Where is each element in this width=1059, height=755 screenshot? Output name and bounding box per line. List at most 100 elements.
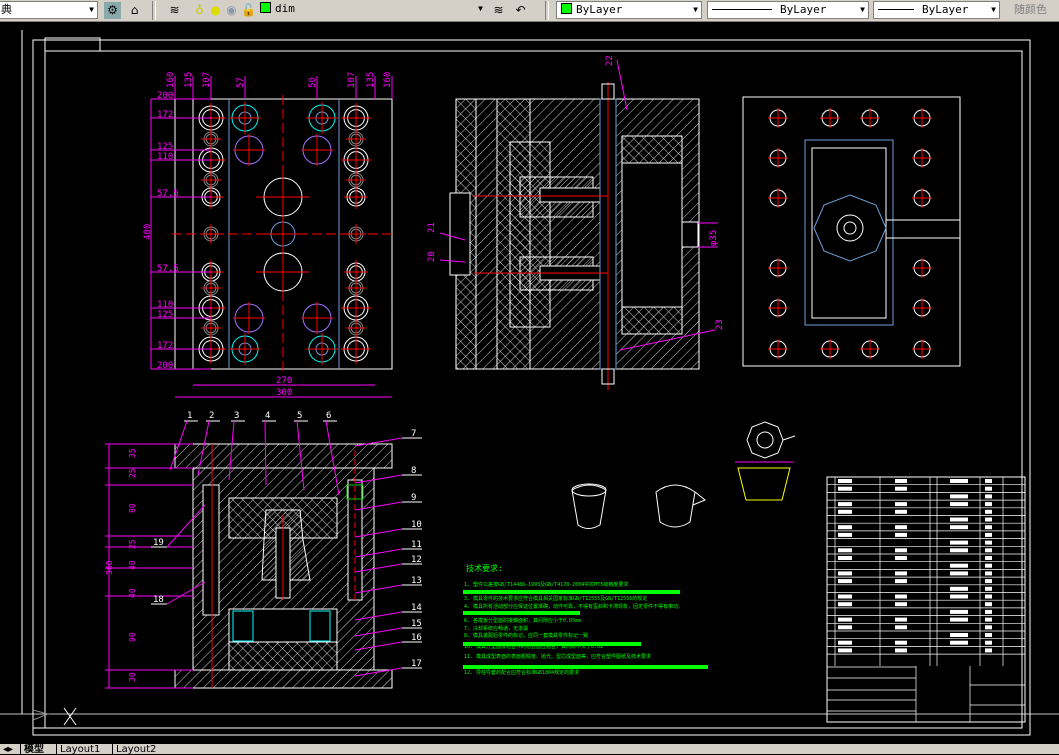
plot-style-dropdown[interactable]: 随颜色 (1014, 1, 1047, 19)
dimension-text: 270 (276, 376, 292, 386)
part-circle (756, 431, 774, 449)
table-cell-text (895, 525, 907, 530)
chevron-down-icon: ▼ (991, 5, 996, 14)
table-cell-text (838, 479, 852, 483)
table-cell-text (838, 625, 852, 630)
block-icon[interactable]: ⌂ (126, 2, 143, 19)
table-cell-text (895, 579, 907, 584)
table-cell-text (985, 602, 992, 607)
insert-outline (811, 147, 887, 319)
dim-style-icon[interactable]: ⚙ (104, 2, 121, 19)
table-cell-text (838, 525, 852, 530)
light-bulb-icon[interactable]: ♁ (191, 2, 208, 19)
make-current-layer-icon[interactable]: ≋ (490, 2, 507, 19)
lineweight-dropdown[interactable]: ByLayer ▼ (873, 1, 1000, 19)
tab-layout1[interactable]: Layout1 (56, 744, 103, 755)
dimension-text: 107 (202, 72, 212, 88)
tech-heading: 技术要求: (466, 563, 503, 573)
table-cell-text (985, 633, 992, 637)
table-cell-text (950, 640, 968, 645)
tech-requirement-line: 3. 模具零件的技术要求应符合模具相关国家标准GB/T12555及GB/T125… (464, 595, 647, 602)
table-cell-text (895, 640, 907, 645)
dimension-text: 300 (276, 388, 292, 398)
part-label: 23 (715, 319, 725, 330)
dimension-text: 172 (157, 341, 173, 351)
ejector-plate (621, 135, 683, 164)
table-cell-text (895, 556, 907, 560)
highlight-bar (463, 665, 708, 669)
tech-requirement-line: 8. 模具装配后零件的标记，应同一套模具零件标记一致 (464, 632, 588, 639)
dimension-text: 57.5 (157, 189, 179, 199)
color-dropdown[interactable]: ByLayer ▼ (556, 1, 702, 19)
plan-view: 160 135 107 57 50 107 135 16020017212511057.557… (143, 72, 393, 398)
table-cell-text (985, 540, 992, 545)
sun-freeze-icon[interactable]: ● (207, 2, 224, 19)
cup-rim (571, 483, 607, 497)
toolbar-separator (152, 1, 156, 20)
part-spout (782, 435, 796, 441)
text-style-value: 典 (1, 3, 12, 16)
dimension-text: 40 (128, 560, 137, 570)
dimension-text: 200 (157, 361, 173, 371)
table-cell-text (838, 617, 852, 622)
tab-layout2[interactable]: Layout2 (112, 744, 159, 755)
layer-manager-icon[interactable]: ≋ (166, 2, 183, 19)
table-cell-text (950, 517, 968, 522)
table-cell-text (950, 617, 968, 622)
part-top-view (746, 421, 784, 459)
dimension-text: 160 (166, 72, 176, 88)
lineweight-sample (878, 9, 914, 10)
dimension-text: 200 (157, 91, 173, 101)
tab-model[interactable]: 模型 (20, 744, 47, 755)
cup-3d (571, 484, 607, 529)
color-swatch (561, 3, 572, 14)
part-label: 3 (234, 411, 239, 421)
tech-requirement-line: 7. 冷却系统应畅通，无渗漏 (464, 625, 528, 632)
tab-scroll-arrows[interactable]: ◂▸ (0, 744, 16, 755)
table-cell-text (985, 648, 992, 653)
table-cell-text (950, 494, 968, 499)
table-cell-text (838, 571, 852, 576)
table-cell-text (950, 563, 968, 568)
dimension-text: 360 (105, 560, 114, 575)
bottom-clamp-plate (174, 669, 393, 689)
sprue-circle (843, 221, 857, 235)
table-cell-text (838, 532, 852, 537)
dimension-text: 40 (128, 588, 137, 598)
table-cell-text (985, 640, 992, 645)
layer-dropdown[interactable]: dim ▼ (256, 1, 486, 19)
cavity-octagon (813, 194, 887, 262)
tech-requirement-line: 6. 各模板分型面的接触面积，其间隙应小于0.05mm (464, 617, 581, 624)
tech-requirement-line: 4. 模具所有活动部分应保证位置准确，动作可靠，不得有歪斜和卡滞现象，固定零件不… (464, 603, 683, 610)
chevron-down-icon: ▼ (478, 4, 483, 13)
dimension-text: 125 (157, 310, 173, 320)
dimension-text: 90 (128, 632, 137, 642)
highlight-bar (463, 590, 680, 594)
tech-requirements: 技术要求: 1. 塑件公差按GB/T14486-1993及GB/T4170-20… (463, 563, 708, 676)
table-cell-text (985, 502, 992, 507)
dimension-text: 107 (347, 72, 357, 88)
table-cell-text (985, 509, 992, 514)
cup-3d (655, 484, 696, 528)
table-cell-text (895, 479, 907, 483)
table-cell-text (985, 479, 992, 483)
drawing-canvas[interactable]: 160 135 107 57 50 107 135 16020017212511057.557… (0, 22, 1059, 744)
table-cell-text (838, 594, 852, 599)
table-cell-text (985, 532, 992, 537)
text-style-dropdown[interactable]: 典 ▼ (0, 1, 98, 19)
dimension-text: 35 (128, 448, 137, 458)
table-cell-text (950, 609, 968, 614)
guide-pillar (202, 484, 220, 616)
table-cell-text (838, 640, 852, 645)
top-clamp-plate (174, 443, 393, 469)
layer-previous-icon[interactable]: ↶ (512, 2, 529, 19)
table-cell-text (985, 609, 992, 614)
lock-icon[interactable]: 🔓 (240, 2, 257, 19)
viewport-freeze-icon[interactable]: ◉ (223, 2, 240, 19)
linetype-dropdown[interactable]: ByLayer ▼ (707, 1, 869, 19)
table-cell-text (838, 502, 852, 507)
plate-outline (742, 96, 961, 367)
cavity-insert (509, 141, 551, 328)
table-cell-text (950, 502, 968, 507)
table-cell-text (985, 571, 992, 576)
